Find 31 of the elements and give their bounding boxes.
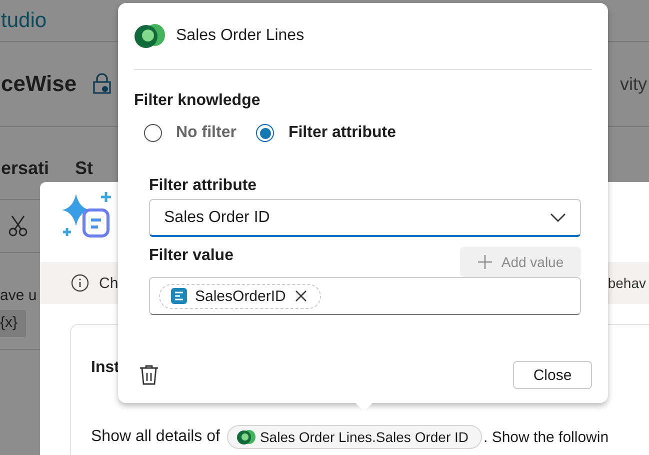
info-text: Ch bbox=[99, 274, 118, 292]
scissors-icon[interactable] bbox=[8, 215, 28, 237]
text-field-icon bbox=[171, 288, 187, 304]
field-label: ave u bbox=[0, 287, 37, 304]
sparkle-note-icon bbox=[62, 190, 114, 240]
chevron-down-icon bbox=[550, 212, 566, 222]
info-text: behav bbox=[608, 275, 646, 291]
radio-option[interactable]: No filter bbox=[144, 124, 236, 142]
close-button[interactable]: Close bbox=[513, 361, 592, 389]
info-icon bbox=[71, 274, 89, 292]
field-label: Filter value bbox=[149, 247, 234, 265]
filter-value-field[interactable]: SalesOrderID bbox=[149, 277, 581, 315]
close-icon[interactable] bbox=[294, 289, 308, 303]
section-label: Filter knowledge bbox=[134, 92, 260, 110]
tab[interactable]: ersati bbox=[1, 158, 50, 179]
agent-name: ceWise bbox=[1, 71, 77, 97]
field-label: Filter attribute bbox=[149, 177, 257, 195]
plus-icon bbox=[477, 254, 494, 270]
instruction-text: Show all details of bbox=[91, 428, 220, 446]
radio-option[interactable]: Filter attribute bbox=[256, 124, 396, 142]
attribute-dropdown[interactable]: Sales Order ID bbox=[149, 199, 581, 237]
tab[interactable]: vity bbox=[620, 74, 647, 94]
card-title: Inst bbox=[91, 359, 120, 377]
popover-title: Sales Order Lines bbox=[176, 27, 304, 45]
instruction-text: . Show the followin bbox=[484, 428, 609, 446]
variable-chip[interactable]: {x} bbox=[0, 310, 26, 337]
entity-chip[interactable]: Sales Order Lines.Sales Order ID bbox=[226, 425, 482, 449]
tab[interactable]: St bbox=[75, 158, 94, 179]
delete-icon[interactable] bbox=[139, 364, 159, 386]
value-token[interactable]: SalesOrderID bbox=[159, 284, 321, 308]
app-title: tudio bbox=[1, 8, 47, 32]
